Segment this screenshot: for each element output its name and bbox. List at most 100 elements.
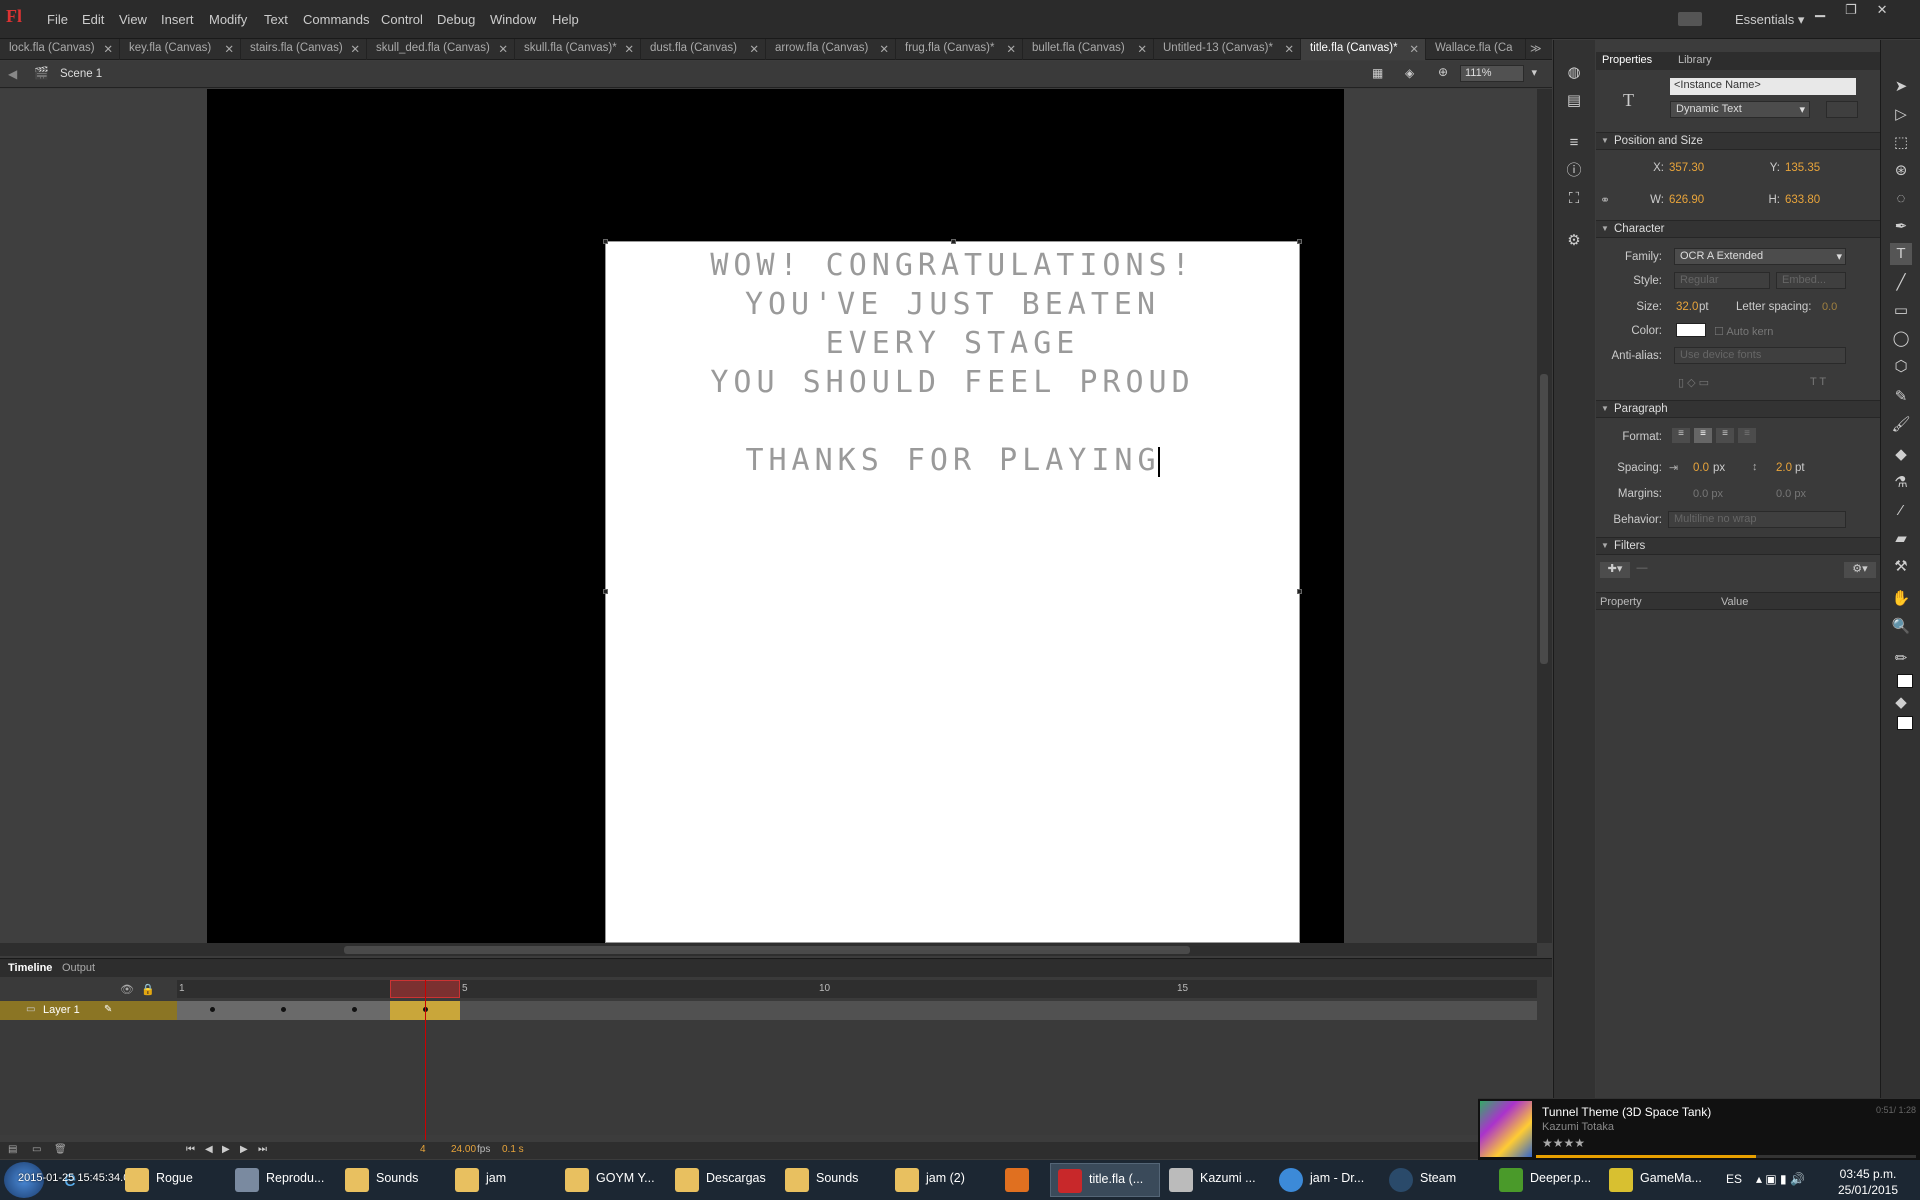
- restore-icon[interactable]: ❐: [1845, 2, 1857, 18]
- now-playing-widget[interactable]: Tunnel Theme (3D Space Tank) Kazumi Tota…: [1478, 1098, 1920, 1160]
- tab-overflow-icon[interactable]: ≫: [1530, 42, 1542, 55]
- menu-control[interactable]: Control: [381, 12, 423, 27]
- close-tab-icon[interactable]: ✕: [624, 42, 634, 56]
- doc-tab[interactable]: bullet.fla (Canvas) ✕: [1023, 39, 1154, 60]
- keyframe-dot[interactable]: [281, 1007, 286, 1012]
- menu-commands[interactable]: Commands: [303, 12, 369, 27]
- doc-tab[interactable]: lock.fla (Canvas) ✕: [0, 39, 120, 60]
- close-tab-icon[interactable]: ✕: [1006, 42, 1016, 56]
- taskbar-item[interactable]: Descargas: [668, 1163, 778, 1197]
- taskbar-item[interactable]: jam: [448, 1163, 558, 1197]
- paint-bucket-icon[interactable]: ◆: [1890, 444, 1912, 466]
- size-value[interactable]: 32.0: [1676, 301, 1698, 313]
- text-tool-icon[interactable]: T: [1890, 243, 1912, 265]
- close-tab-icon[interactable]: ✕: [1284, 42, 1294, 56]
- y-value[interactable]: 135.35: [1785, 162, 1820, 174]
- taskbar-item[interactable]: jam - Dr...: [1272, 1163, 1382, 1197]
- free-transform-tool-icon[interactable]: ⬚: [1890, 132, 1912, 154]
- ink-bottle-icon[interactable]: ⚗: [1890, 472, 1912, 494]
- step-forward-icon[interactable]: ▶: [240, 1144, 248, 1155]
- resize-handle[interactable]: [1297, 239, 1302, 244]
- close-icon[interactable]: ✕: [1877, 2, 1888, 18]
- taskbar-item[interactable]: Deeper.p...: [1492, 1163, 1602, 1197]
- zoom-select[interactable]: 111% ▾: [1460, 65, 1537, 82]
- close-tab-icon[interactable]: ✕: [103, 42, 113, 56]
- menu-debug[interactable]: Debug: [437, 12, 475, 27]
- taskbar-item[interactable]: Rogue: [118, 1163, 228, 1197]
- section-character[interactable]: Character: [1596, 220, 1880, 238]
- align-center-icon[interactable]: ≡: [1694, 428, 1712, 443]
- polystar-tool-icon[interactable]: ⬡: [1890, 356, 1912, 378]
- letter-spacing-value[interactable]: 0.0: [1822, 301, 1837, 313]
- sync-settings-icon[interactable]: [1678, 12, 1702, 26]
- doc-tab[interactable]: Wallace.fla (Ca: [1426, 39, 1526, 60]
- brush-tool-icon[interactable]: 🖌: [1890, 414, 1912, 436]
- close-tab-icon[interactable]: ✕: [1137, 42, 1147, 56]
- keyframe-dot[interactable]: [210, 1007, 215, 1012]
- chevron-down-icon[interactable]: ▾: [1531, 66, 1537, 79]
- delete-layer-icon[interactable]: 🗑: [54, 1144, 67, 1155]
- components-icon[interactable]: ⚙: [1563, 230, 1585, 252]
- back-arrow-icon[interactable]: ◀: [8, 67, 17, 81]
- h-value[interactable]: 633.80: [1785, 194, 1820, 206]
- x-value[interactable]: 357.30: [1669, 162, 1704, 174]
- w-value[interactable]: 626.90: [1669, 194, 1704, 206]
- remove-filter-button[interactable]: —: [1634, 562, 1650, 578]
- edit-symbols-icon[interactable]: ◈: [1405, 66, 1414, 80]
- taskbar-item[interactable]: Sounds: [778, 1163, 888, 1197]
- hand-tool-icon[interactable]: ✋: [1890, 588, 1912, 610]
- close-tab-icon[interactable]: ✕: [1409, 42, 1419, 56]
- superscript-buttons[interactable]: T T: [1810, 376, 1850, 390]
- doc-tab[interactable]: skull_ded.fla (Canvas) ✕: [367, 39, 515, 60]
- margin-right-value[interactable]: 0.0 px: [1776, 488, 1806, 500]
- tab-output[interactable]: Output: [62, 962, 95, 974]
- system-clock[interactable]: 03:45 p.m. 25/01/2015: [1820, 1166, 1916, 1198]
- pencil-tool-icon[interactable]: ✎: [1890, 386, 1912, 408]
- vertical-scrollbar[interactable]: [1537, 89, 1552, 943]
- resize-handle[interactable]: [951, 239, 956, 244]
- line-spacing-value[interactable]: 2.0: [1776, 462, 1792, 474]
- font-style-select[interactable]: Regular: [1674, 272, 1770, 289]
- stroke-color-swatch[interactable]: [1897, 674, 1913, 688]
- scroll-thumb[interactable]: [344, 946, 1190, 954]
- behavior-select[interactable]: Multiline no wrap: [1668, 511, 1846, 528]
- margin-left-value[interactable]: 0.0 px: [1693, 488, 1723, 500]
- doc-tab[interactable]: skull.fla (Canvas)* ✕: [515, 39, 641, 60]
- language-indicator[interactable]: ES: [1726, 1172, 1742, 1186]
- taskbar-item[interactable]: GameMa...: [1602, 1163, 1712, 1197]
- justify-icon[interactable]: ≡: [1738, 428, 1756, 443]
- doc-tab[interactable]: frug.fla (Canvas)* ✕: [896, 39, 1023, 60]
- menu-help[interactable]: Help: [552, 12, 579, 27]
- resize-handle[interactable]: [603, 589, 608, 594]
- tab-library[interactable]: Library: [1678, 54, 1712, 66]
- 3d-rotation-tool-icon[interactable]: ⊛: [1890, 160, 1912, 182]
- embed-button[interactable]: Embed...: [1776, 272, 1846, 289]
- rectangle-tool-icon[interactable]: ▭: [1890, 300, 1912, 322]
- go-first-frame-icon[interactable]: ⏮: [186, 1144, 195, 1155]
- close-tab-icon[interactable]: ✕: [350, 42, 360, 56]
- instance-name-input[interactable]: <Instance Name>: [1670, 78, 1856, 95]
- menu-file[interactable]: File: [47, 12, 68, 27]
- font-family-select[interactable]: OCR A Extended ▾: [1674, 248, 1846, 265]
- align-left-icon[interactable]: ≡: [1672, 428, 1690, 443]
- dynamic-text-field[interactable]: WOW! CONGRATULATIONS! YOU'VE JUST BEATEN…: [603, 239, 1302, 943]
- text-type-select[interactable]: Dynamic Text ▾: [1670, 101, 1810, 118]
- step-back-icon[interactable]: ◀: [205, 1144, 213, 1155]
- pen-tool-icon[interactable]: ✒: [1890, 216, 1912, 238]
- taskbar-item[interactable]: Kazumi ...: [1162, 1163, 1272, 1197]
- taskbar-item-active[interactable]: title.fla (...: [1050, 1163, 1160, 1197]
- bone-tool-icon[interactable]: ⚒: [1890, 556, 1912, 578]
- rating-stars-icon[interactable]: ★★★★: [1542, 1136, 1585, 1150]
- resize-handle[interactable]: [1297, 589, 1302, 594]
- stroke-color-icon[interactable]: ✏: [1890, 648, 1912, 670]
- color-wheel-icon[interactable]: ◍: [1563, 62, 1585, 84]
- transform-icon[interactable]: ⛶: [1563, 188, 1585, 210]
- fill-color-swatch[interactable]: [1897, 716, 1913, 730]
- layer-row[interactable]: ▭ Layer 1 ✎: [0, 1001, 177, 1020]
- tab-timeline[interactable]: Timeline: [8, 962, 52, 974]
- text-field-content[interactable]: WOW! CONGRATULATIONS! YOU'VE JUST BEATEN…: [606, 242, 1299, 480]
- taskbar-item[interactable]: Steam: [1382, 1163, 1492, 1197]
- indent-value[interactable]: 0.0: [1693, 462, 1709, 474]
- auto-kern-checkbox[interactable]: ☐ Auto kern: [1714, 325, 1773, 338]
- new-layer-icon[interactable]: ▤: [8, 1144, 17, 1155]
